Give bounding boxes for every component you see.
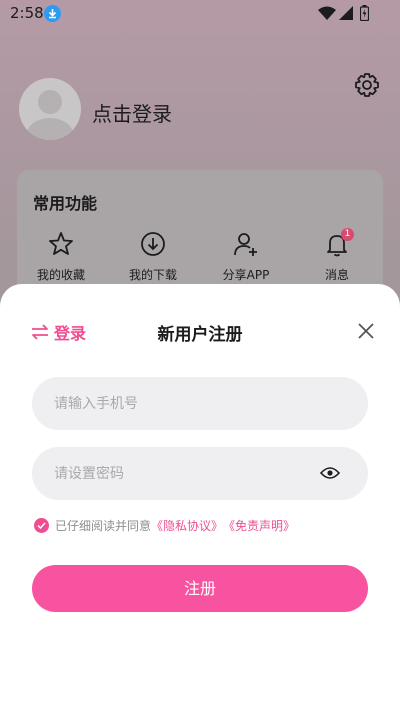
eye-icon[interactable] — [320, 465, 340, 481]
phone-field-container — [32, 377, 368, 430]
agree-checkbox[interactable] — [34, 517, 49, 533]
register-sheet: 登录 新用户注册 已仔细阅读并同意 《隐私协议》 《免责声明》 注册 — [0, 284, 400, 711]
star-icon — [49, 232, 73, 255]
close-icon[interactable] — [356, 321, 376, 341]
battery-icon — [360, 5, 369, 21]
download-notification-icon — [44, 5, 61, 22]
add-user-icon — [234, 233, 257, 256]
avatar-head-shape — [38, 90, 62, 114]
status-bar: 2:58 — [0, 0, 400, 28]
signal-icon — [339, 6, 353, 20]
function-share-app[interactable]: 分享APP — [206, 230, 286, 283]
disclaimer-link[interactable]: 《免责声明》 — [223, 517, 295, 534]
function-label: 消息 — [324, 268, 349, 282]
login-prompt[interactable]: 点击登录 — [92, 98, 172, 127]
settings-gear-icon[interactable] — [354, 72, 380, 98]
function-label: 我的下载 — [128, 268, 177, 282]
agreement-row: 已仔细阅读并同意 《隐私协议》 《免责声明》 — [34, 517, 295, 533]
status-time: 2:58 — [10, 4, 44, 22]
avatar[interactable] — [19, 78, 81, 140]
checkmark-icon — [37, 521, 46, 529]
download-icon — [141, 232, 165, 256]
password-field-container — [32, 447, 368, 500]
phone-input[interactable] — [54, 377, 324, 430]
message-badge: 1 — [341, 228, 354, 241]
password-input[interactable] — [54, 447, 324, 500]
function-messages[interactable]: 1 消息 — [297, 228, 377, 283]
function-favorites[interactable]: 我的收藏 — [21, 230, 101, 283]
privacy-agreement-link[interactable]: 《隐私协议》 — [151, 517, 223, 534]
wifi-icon — [318, 6, 336, 20]
function-downloads[interactable]: 我的下载 — [113, 230, 193, 283]
register-button[interactable]: 注册 — [32, 565, 368, 612]
sheet-title: 新用户注册 — [157, 325, 243, 345]
agreement-text: 已仔细阅读并同意 — [55, 518, 152, 533]
function-label: 我的收藏 — [36, 268, 85, 282]
function-label: 分享APP — [222, 268, 270, 282]
avatar-body-shape — [27, 118, 73, 140]
functions-title: 常用功能 — [33, 194, 98, 213]
